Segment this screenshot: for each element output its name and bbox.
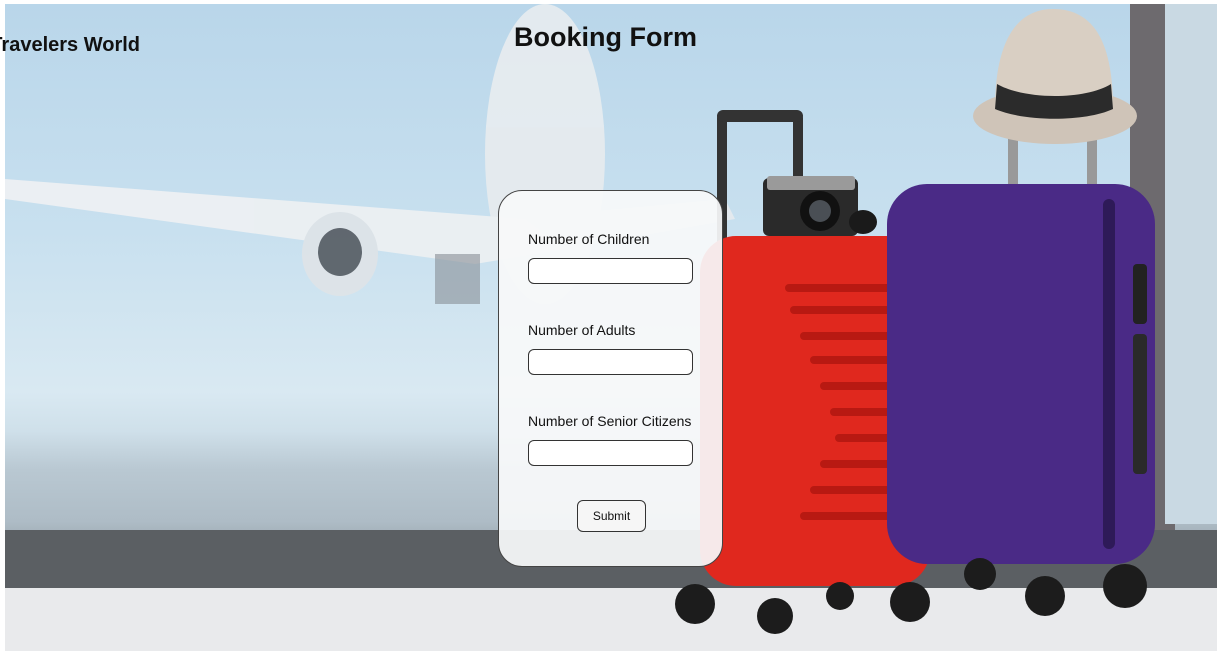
submit-button[interactable]: Submit [577,500,646,532]
senior-citizens-input[interactable] [528,440,693,466]
brand-text: Travelers World [0,34,140,56]
children-label: Number of Children [528,231,650,247]
booking-page: Travelers World Booking Form Number of C… [0,0,1217,651]
camera-icon [763,176,877,236]
senior-citizens-label: Number of Senior Citizens [528,413,692,429]
hat-icon [973,9,1137,144]
booking-form: Number of Children Number of Adults Numb… [498,190,723,567]
children-input[interactable] [528,258,693,284]
brand-title: Travelers World [0,34,140,57]
adults-input[interactable] [528,349,693,375]
page-title: Booking Form [514,22,697,52]
purple-suitcase-icon [887,114,1155,616]
adults-label: Number of Adults [528,322,636,338]
